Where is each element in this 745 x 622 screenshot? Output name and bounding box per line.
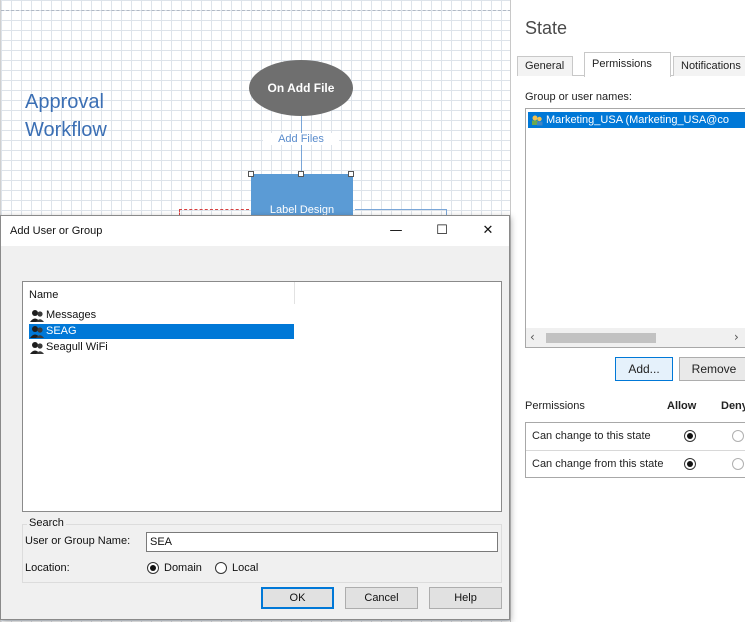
- item-name: SEAG: [46, 325, 77, 337]
- tab-strip: General Permissions Notifications: [517, 52, 745, 77]
- group-names-label: Group or user names:: [525, 91, 632, 103]
- tab-notifications[interactable]: Notifications: [673, 56, 745, 76]
- maximize-icon[interactable]: ☐: [419, 216, 465, 246]
- help-button[interactable]: Help: [429, 587, 502, 609]
- start-node[interactable]: On Add File: [249, 60, 353, 116]
- radio-button[interactable]: [215, 562, 227, 574]
- resize-handle[interactable]: [248, 171, 254, 177]
- deny-column-header: Deny: [721, 400, 745, 412]
- list-item[interactable]: Seagull WiFi: [29, 340, 294, 355]
- cancel-button[interactable]: Cancel: [345, 587, 418, 609]
- group-user-list[interactable]: Marketing_USA (Marketing_USA@co: [525, 108, 745, 348]
- item-name: Messages: [46, 309, 97, 321]
- permissions-header: Permissions Allow Deny: [525, 400, 745, 416]
- allow-radio[interactable]: [684, 458, 696, 470]
- name-column-header[interactable]: Name: [23, 282, 295, 304]
- user-list-item[interactable]: Marketing_USA (Marketing_USA@co: [528, 112, 745, 128]
- user-group-icon: [532, 115, 543, 126]
- local-radio[interactable]: Local: [215, 561, 258, 575]
- user-group-list[interactable]: Name Messages SEAG Seagull WiFi: [22, 281, 502, 512]
- permission-row: Can change from this state: [526, 450, 745, 476]
- state-node[interactable]: Label Design: [251, 174, 353, 218]
- remove-button[interactable]: Remove: [679, 357, 745, 381]
- radio-button[interactable]: [147, 562, 159, 574]
- search-group: Search User or Group Name: Location: Dom…: [22, 517, 502, 583]
- domain-label: Domain: [164, 562, 202, 574]
- permissions-table: Can change to this state Can change from…: [525, 422, 745, 478]
- group-icon: [30, 342, 44, 354]
- scrollbar-thumb[interactable]: [546, 333, 656, 343]
- permissions-label: Permissions: [525, 400, 585, 412]
- resize-handle[interactable]: [348, 171, 354, 177]
- ok-button[interactable]: OK: [261, 587, 334, 609]
- close-icon[interactable]: ✕: [465, 216, 511, 246]
- dialog-title: Add User or Group: [10, 225, 103, 237]
- transition-label[interactable]: Add Files: [263, 133, 339, 145]
- group-icon: [30, 310, 44, 322]
- search-input[interactable]: [146, 532, 498, 552]
- panel-title: State: [525, 18, 568, 38]
- allow-radio[interactable]: [684, 430, 696, 442]
- screen: Approval Workflow On Add File Add Files …: [0, 0, 745, 622]
- horizontal-scrollbar[interactable]: ‹ ›: [525, 328, 745, 348]
- workflow-title: Approval Workflow: [25, 91, 107, 141]
- resize-handle[interactable]: [298, 171, 304, 177]
- allow-column-header: Allow: [667, 400, 697, 412]
- search-legend: Search: [27, 517, 66, 529]
- list-item[interactable]: Messages: [29, 308, 294, 323]
- permission-row: Can change to this state: [526, 423, 745, 449]
- deny-radio[interactable]: [732, 430, 744, 442]
- tab-permissions[interactable]: Permissions: [584, 52, 671, 77]
- add-button[interactable]: Add...: [615, 357, 673, 381]
- minimize-icon[interactable]: —: [373, 216, 419, 246]
- search-label: User or Group Name:: [25, 535, 131, 547]
- domain-radio[interactable]: Domain: [147, 561, 202, 575]
- list-item[interactable]: SEAG: [29, 324, 294, 339]
- local-label: Local: [232, 562, 259, 574]
- tab-general[interactable]: General: [517, 56, 573, 76]
- properties-panel: State General Permissions Notifications …: [510, 0, 745, 622]
- item-name: Seagull WiFi: [46, 341, 108, 353]
- permission-label: Can change to this state: [532, 430, 651, 442]
- canvas-border: [1, 10, 511, 11]
- location-label: Location:: [25, 562, 70, 574]
- group-icon: [30, 326, 44, 338]
- deny-radio[interactable]: [732, 458, 744, 470]
- scroll-right-icon[interactable]: ›: [734, 330, 739, 344]
- dialog-titlebar[interactable]: Add User or Group — ☐ ✕: [1, 216, 509, 246]
- user-name: Marketing_USA (Marketing_USA@co: [546, 114, 729, 126]
- scroll-left-icon[interactable]: ‹: [530, 330, 535, 344]
- add-user-dialog: Add User or Group — ☐ ✕ Name Messages SE…: [0, 215, 510, 620]
- permission-label: Can change from this state: [532, 458, 664, 470]
